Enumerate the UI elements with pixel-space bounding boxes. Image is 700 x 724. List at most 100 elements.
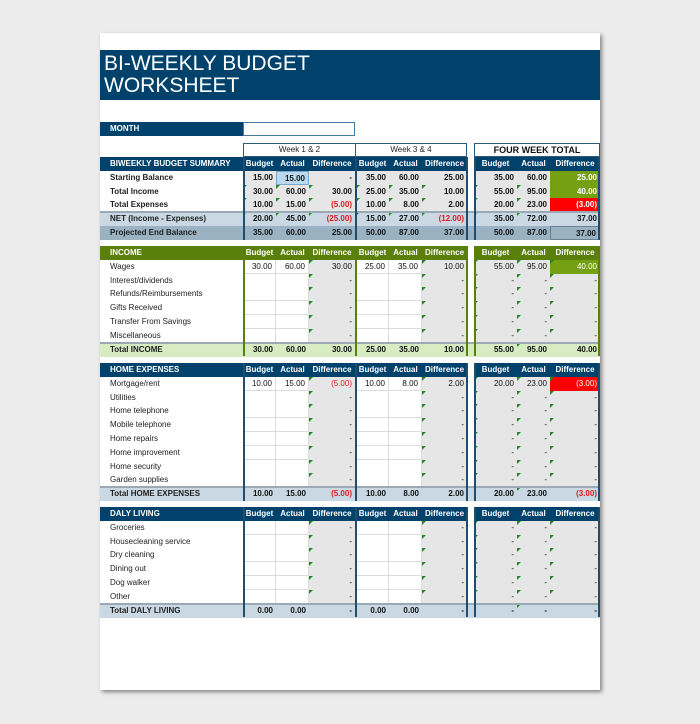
week34-actual-cell[interactable]: [389, 576, 422, 590]
week34-actual-cell[interactable]: 35.00: [389, 259, 422, 274]
week34-difference-cell: 10.00: [422, 184, 467, 199]
week34-actual-cell[interactable]: [389, 315, 422, 329]
week12-budget-cell[interactable]: [243, 562, 276, 577]
week12-actual-cell[interactable]: [276, 432, 309, 446]
week34-budget-cell[interactable]: [356, 548, 389, 563]
row-label: Interest/dividends: [110, 275, 173, 285]
week34-budget-cell[interactable]: 10.00: [356, 376, 389, 391]
week12-actual-cell[interactable]: [276, 548, 309, 563]
table-row: Home telephone - - - - -: [100, 404, 600, 419]
week12-difference-cell: 30.00: [309, 259, 355, 274]
row-label: Mortgage/rent: [110, 378, 160, 388]
week12-budget-cell[interactable]: [243, 548, 276, 563]
week12-actual-cell[interactable]: [276, 445, 309, 460]
week34-actual-cell[interactable]: [389, 390, 422, 405]
week12-actual-cell[interactable]: [276, 404, 309, 419]
week12-budget-cell[interactable]: [243, 418, 276, 433]
week34-budget-cell[interactable]: [356, 287, 389, 302]
week34-budget-cell[interactable]: [356, 273, 389, 288]
column-border: [243, 507, 245, 618]
week34-budget-cell[interactable]: [356, 562, 389, 577]
week12-budget-cell[interactable]: 10.00: [243, 376, 276, 391]
week34-actual-cell[interactable]: [389, 301, 422, 316]
week34-actual-cell[interactable]: [389, 418, 422, 433]
week34-difference-cell: -: [461, 605, 464, 615]
week34-actual-cell[interactable]: [389, 459, 422, 474]
week34-budget-cell[interactable]: [356, 520, 389, 535]
four-week-budget-cell: 20.00: [474, 376, 517, 391]
week12-budget-cell[interactable]: [243, 520, 276, 535]
month-label: MONTH: [100, 122, 243, 136]
week34-actual-cell[interactable]: [389, 520, 422, 535]
row-label: Utilities: [110, 392, 136, 402]
week34-budget-cell[interactable]: [356, 404, 389, 419]
week34-actual-cell[interactable]: 8.00: [389, 376, 422, 391]
week34-actual-cell[interactable]: [389, 273, 422, 288]
month-input[interactable]: [243, 122, 355, 136]
week34-budget-cell[interactable]: [356, 390, 389, 405]
week12-actual-cell[interactable]: [276, 459, 309, 474]
week34-budget-cell[interactable]: [356, 534, 389, 549]
week12-budget-cell[interactable]: [243, 445, 276, 460]
week34-budget-cell[interactable]: [356, 301, 389, 316]
week12-actual-cell[interactable]: [276, 576, 309, 590]
week12-actual-cell[interactable]: [276, 534, 309, 549]
week12-actual-cell[interactable]: [276, 287, 309, 302]
column-border: [243, 363, 245, 501]
four-week-actual-cell: -: [517, 445, 550, 460]
week34-actual-cell[interactable]: [389, 404, 422, 419]
four-week-difference-cell: (3.00): [576, 489, 597, 499]
week12-budget-cell[interactable]: 30.00: [243, 259, 276, 274]
week12-budget-cell[interactable]: [243, 287, 276, 302]
week12-actual-cell[interactable]: [276, 390, 309, 405]
week34-actual-cell[interactable]: [389, 287, 422, 302]
week12-actual-cell[interactable]: [276, 301, 309, 316]
week12-difference-cell: -: [309, 273, 355, 288]
column-header-difference: Difference: [312, 248, 352, 257]
week12-actual-cell[interactable]: [276, 315, 309, 329]
four-week-difference-cell: -: [594, 605, 597, 615]
column-header-actual: Actual: [521, 248, 546, 257]
week12-difference-cell: -: [349, 605, 352, 615]
week12-budget-cell[interactable]: [243, 576, 276, 590]
week34-actual-cell[interactable]: [389, 534, 422, 549]
week34-budget-cell[interactable]: [356, 459, 389, 474]
week34-actual-cell[interactable]: [389, 432, 422, 446]
week12-budget-cell[interactable]: [243, 459, 276, 474]
week12-actual-cell[interactable]: [276, 520, 309, 535]
week12-budget-cell[interactable]: [243, 432, 276, 446]
table-row: Gifts Received - - - - -: [100, 301, 600, 316]
week12-actual-cell[interactable]: 15.00: [276, 376, 309, 391]
week34-budget-cell[interactable]: [356, 418, 389, 433]
week34-actual-cell[interactable]: [389, 445, 422, 460]
week12-actual-cell[interactable]: 60.00: [276, 259, 309, 274]
week12-budget-cell[interactable]: [243, 534, 276, 549]
table-row: Total DALY LIVING 0.00 0.00-0.00 0.00- - - -: [100, 603, 600, 618]
week12-budget-cell[interactable]: [243, 273, 276, 288]
week12-budget-cell[interactable]: [243, 390, 276, 405]
column-border: [355, 507, 357, 618]
week12-actual-cell[interactable]: [276, 273, 309, 288]
week12-budget-cell[interactable]: [243, 404, 276, 419]
four-week-budget-cell: 55.00: [474, 184, 517, 199]
week12-budget-cell[interactable]: [243, 315, 276, 329]
week12-budget-cell[interactable]: [243, 301, 276, 316]
column-header-difference: Difference: [312, 159, 352, 168]
row-label: Total Income: [110, 186, 159, 196]
week34-budget-cell[interactable]: [356, 432, 389, 446]
week12-actual-cell[interactable]: [276, 418, 309, 433]
four-week-budget-cell: 55.00: [493, 344, 514, 354]
week12-actual-cell[interactable]: [276, 562, 309, 577]
week34-budget-cell[interactable]: [356, 445, 389, 460]
week34-budget-cell[interactable]: 25.00: [356, 259, 389, 274]
column-header-budget: Budget: [358, 365, 387, 374]
column-border: [466, 157, 468, 240]
week34-actual-cell[interactable]: [389, 562, 422, 577]
week34-difference-cell: -: [422, 432, 467, 446]
four-week-budget-cell: -: [474, 520, 517, 535]
week34-budget-cell[interactable]: [356, 315, 389, 329]
week12-actual-cell: 60.00: [285, 228, 306, 237]
week34-actual-cell[interactable]: [389, 548, 422, 563]
page-title-line-2: WORKSHEET: [104, 74, 240, 97]
week34-budget-cell[interactable]: [356, 576, 389, 590]
